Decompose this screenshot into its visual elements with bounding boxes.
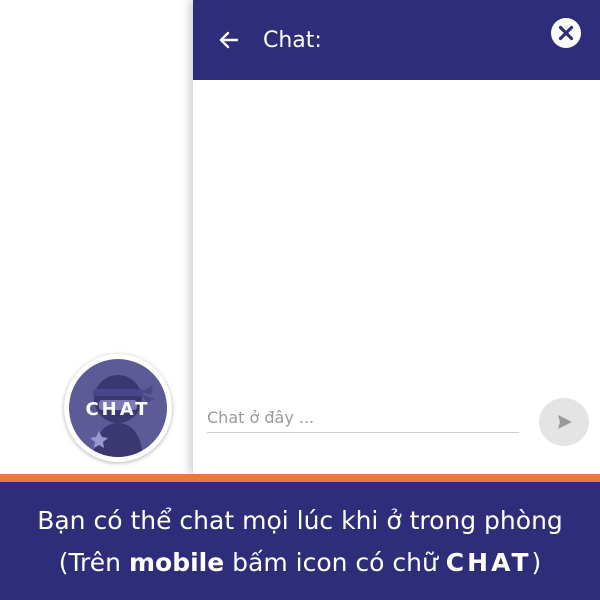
caption-line-1: Bạn có thể chat mọi lúc khi ở trong phòn… — [37, 506, 563, 535]
arrow-left-icon — [219, 31, 239, 49]
chat-fab-button[interactable]: CHAT — [64, 354, 172, 462]
caption-close: ) — [531, 548, 542, 577]
fab-label: CHAT — [85, 399, 151, 420]
chat-panel: Chat: — [193, 0, 600, 474]
caption-open: (Trên — [58, 548, 122, 577]
close-button[interactable] — [551, 18, 581, 48]
back-button[interactable] — [215, 26, 243, 54]
caption-banner: Bạn có thể chat mọi lúc khi ở trong phòn… — [0, 482, 600, 600]
send-button[interactable] — [539, 398, 589, 446]
chat-input[interactable] — [207, 402, 519, 433]
chat-title: Chat: — [263, 28, 322, 53]
caption-mid: bấm icon có chữ — [232, 548, 438, 577]
caption-mobile: mobile — [128, 548, 225, 577]
caption-chat: CHAT — [445, 548, 532, 577]
send-icon — [558, 415, 572, 429]
chat-messages-area — [193, 80, 600, 390]
caption-line-2: (Trên mobile bấm icon có chữ CHAT) — [0, 546, 600, 580]
close-icon — [558, 25, 574, 41]
chat-header: Chat: — [193, 0, 600, 80]
ninja-avatar: CHAT — [69, 359, 167, 457]
accent-strip — [0, 474, 600, 482]
